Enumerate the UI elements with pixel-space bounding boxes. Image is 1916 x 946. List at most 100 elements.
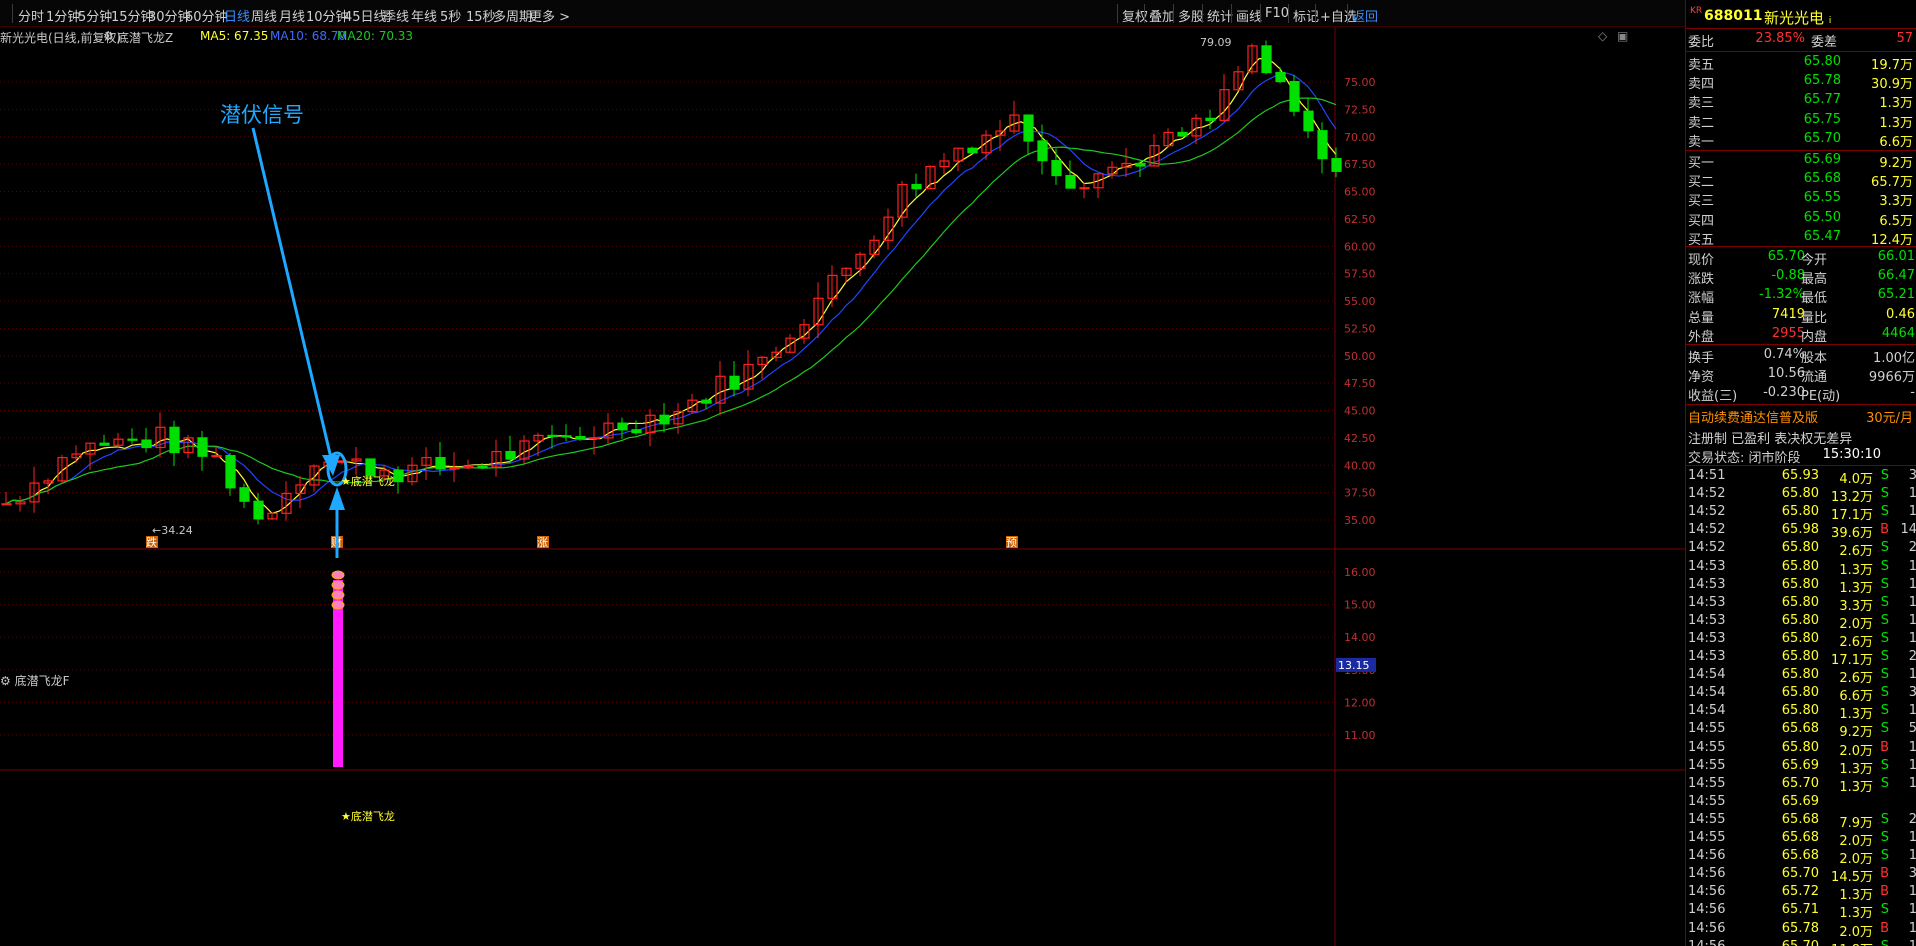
divider [1686, 246, 1916, 247]
candle-body [617, 422, 628, 431]
signal-dot [331, 580, 345, 590]
candle-body [99, 442, 110, 446]
cell: 65.93 [1781, 468, 1819, 483]
cell: 65.75 [1803, 111, 1841, 127]
cell: 涨幅 [1688, 291, 1715, 307]
candle-body [253, 500, 264, 520]
cell: 14:55 [1688, 775, 1726, 791]
cell: 现价 [1688, 253, 1715, 268]
cell: 14:53 [1688, 558, 1726, 574]
cell: 14:56 [1688, 920, 1726, 936]
cell: 14:55 [1688, 757, 1726, 773]
sub-y-tick-label: 11.00 [1344, 729, 1376, 742]
y-tick-label: 37.50 [1344, 487, 1376, 500]
tick-row: 14:56 65.70 11.8万 S 1 [1686, 938, 1916, 946]
cell: -1.32% [1759, 287, 1805, 303]
event-marker-label: 涨 [537, 536, 548, 549]
kline-chart[interactable]: 75.00 72.50 70.00 67.50 65.00 62.50 60.00 57.50… [0, 0, 1685, 946]
cell: 65.47 [1803, 228, 1841, 244]
bid-row: 买二 65.68 65.7万 [1686, 170, 1916, 191]
low-price-label: ←34.24 [152, 524, 193, 537]
cell: 1 [1908, 630, 1916, 646]
cell: S [1880, 576, 1889, 592]
cell: 1 [1908, 594, 1916, 610]
sub-settings-icon[interactable]: ⚙ [0, 674, 15, 688]
candle-body [1289, 80, 1300, 112]
up-arrow-head [329, 487, 345, 510]
cell: PE(动) [1801, 389, 1841, 405]
cell: 65.78 [1781, 920, 1819, 936]
tick-row: 14:56 65.78 2.0万 B 1 [1686, 920, 1916, 940]
cell: S [1880, 468, 1889, 483]
cell: S [1880, 902, 1889, 918]
cell: 14:52 [1688, 504, 1726, 520]
sub-chart-title: ⚙ 底潜飞龙F [0, 672, 69, 689]
tick-row: 14:55 65.68 7.9万 S 2 [1686, 811, 1916, 831]
candle-body [141, 439, 152, 449]
candle-body [701, 399, 712, 404]
tick-row: 14:56 65.71 1.3万 S 1 [1686, 901, 1916, 921]
candle-body [365, 458, 376, 477]
stat-row: 总量 7419 量比 0.46 [1686, 306, 1916, 326]
cell: 66.01 [1877, 249, 1915, 264]
cell: 65.7万 [1871, 175, 1913, 191]
cell: 65.80 [1781, 703, 1819, 719]
cell: 65.80 [1803, 54, 1841, 69]
candle-body [1205, 117, 1216, 121]
cell: 收益(三) [1688, 389, 1738, 405]
cell: 1 [1908, 757, 1916, 773]
candle-body [1023, 114, 1034, 142]
cell: 65.80 [1781, 504, 1819, 520]
cell: 最低 [1801, 291, 1828, 307]
cell: 66.47 [1877, 268, 1915, 284]
cell: S [1881, 939, 1889, 946]
cell: S [1880, 504, 1889, 520]
reg-row: 注册制 已盈利 表决权无差异 [1686, 427, 1916, 447]
stat-row: 外盘 2955 内盘 4464 [1686, 325, 1916, 345]
cell: S [1880, 649, 1889, 664]
cell: S [1880, 775, 1889, 791]
bid-row: 买五 65.47 12.4万 [1686, 228, 1916, 248]
tick-row: 14:53 65.80 3.3万 S 1 [1686, 594, 1916, 614]
candle-body [393, 469, 404, 483]
cell: 卖一 [1688, 134, 1715, 150]
sub-y-tick-label: 12.00 [1344, 696, 1376, 709]
tick-row: 14:53 65.80 17.1万 S 2 [1686, 648, 1916, 668]
cell: S [1880, 721, 1889, 737]
signal-dot [331, 590, 345, 600]
tick-row: 14:55 65.70 1.3万 S 1 [1686, 775, 1916, 795]
cell: 65.50 [1803, 209, 1841, 225]
y-tick-label: 65.00 [1344, 186, 1376, 199]
cell: 0.74% [1763, 347, 1805, 362]
candle-body [1079, 187, 1090, 190]
cell: 4464 [1881, 325, 1915, 341]
cell: 1.3万 [1879, 96, 1913, 112]
cell: 65.70 [1767, 249, 1805, 264]
cell: 今开 [1801, 253, 1828, 268]
cell: 6.6万 [1879, 134, 1913, 150]
cell: 10.56 [1767, 366, 1805, 382]
candle-body [197, 437, 208, 457]
candle-body [659, 414, 670, 425]
cell: 买二 [1688, 175, 1715, 191]
cell: 最高 [1801, 272, 1828, 288]
y-tick-label: 47.50 [1344, 377, 1376, 390]
cell: 65.68 [1781, 811, 1819, 827]
cell: S [1880, 594, 1889, 610]
cell: 65.80 [1781, 576, 1819, 592]
y-tick-label: 75.00 [1344, 76, 1376, 89]
cell: 65.69 [1781, 793, 1819, 809]
cell: 14:56 [1688, 848, 1726, 864]
y-tick-label: 45.00 [1344, 405, 1376, 418]
cell: 65.68 [1781, 830, 1819, 845]
cell: 23.85% [1755, 31, 1805, 46]
cell: 1 [1908, 612, 1916, 628]
sub-y-tick-label: 15.00 [1344, 599, 1376, 612]
cell: 自动续费通达信普及版 [1688, 411, 1819, 426]
cell: 委比 [1688, 35, 1715, 50]
tick-row: 14:52 65.98 39.6万 B 14 [1686, 521, 1916, 541]
cell: 1 [1908, 504, 1916, 520]
cell: 14:55 [1688, 793, 1726, 809]
candle-body [575, 435, 586, 440]
candle-body [1065, 174, 1076, 189]
